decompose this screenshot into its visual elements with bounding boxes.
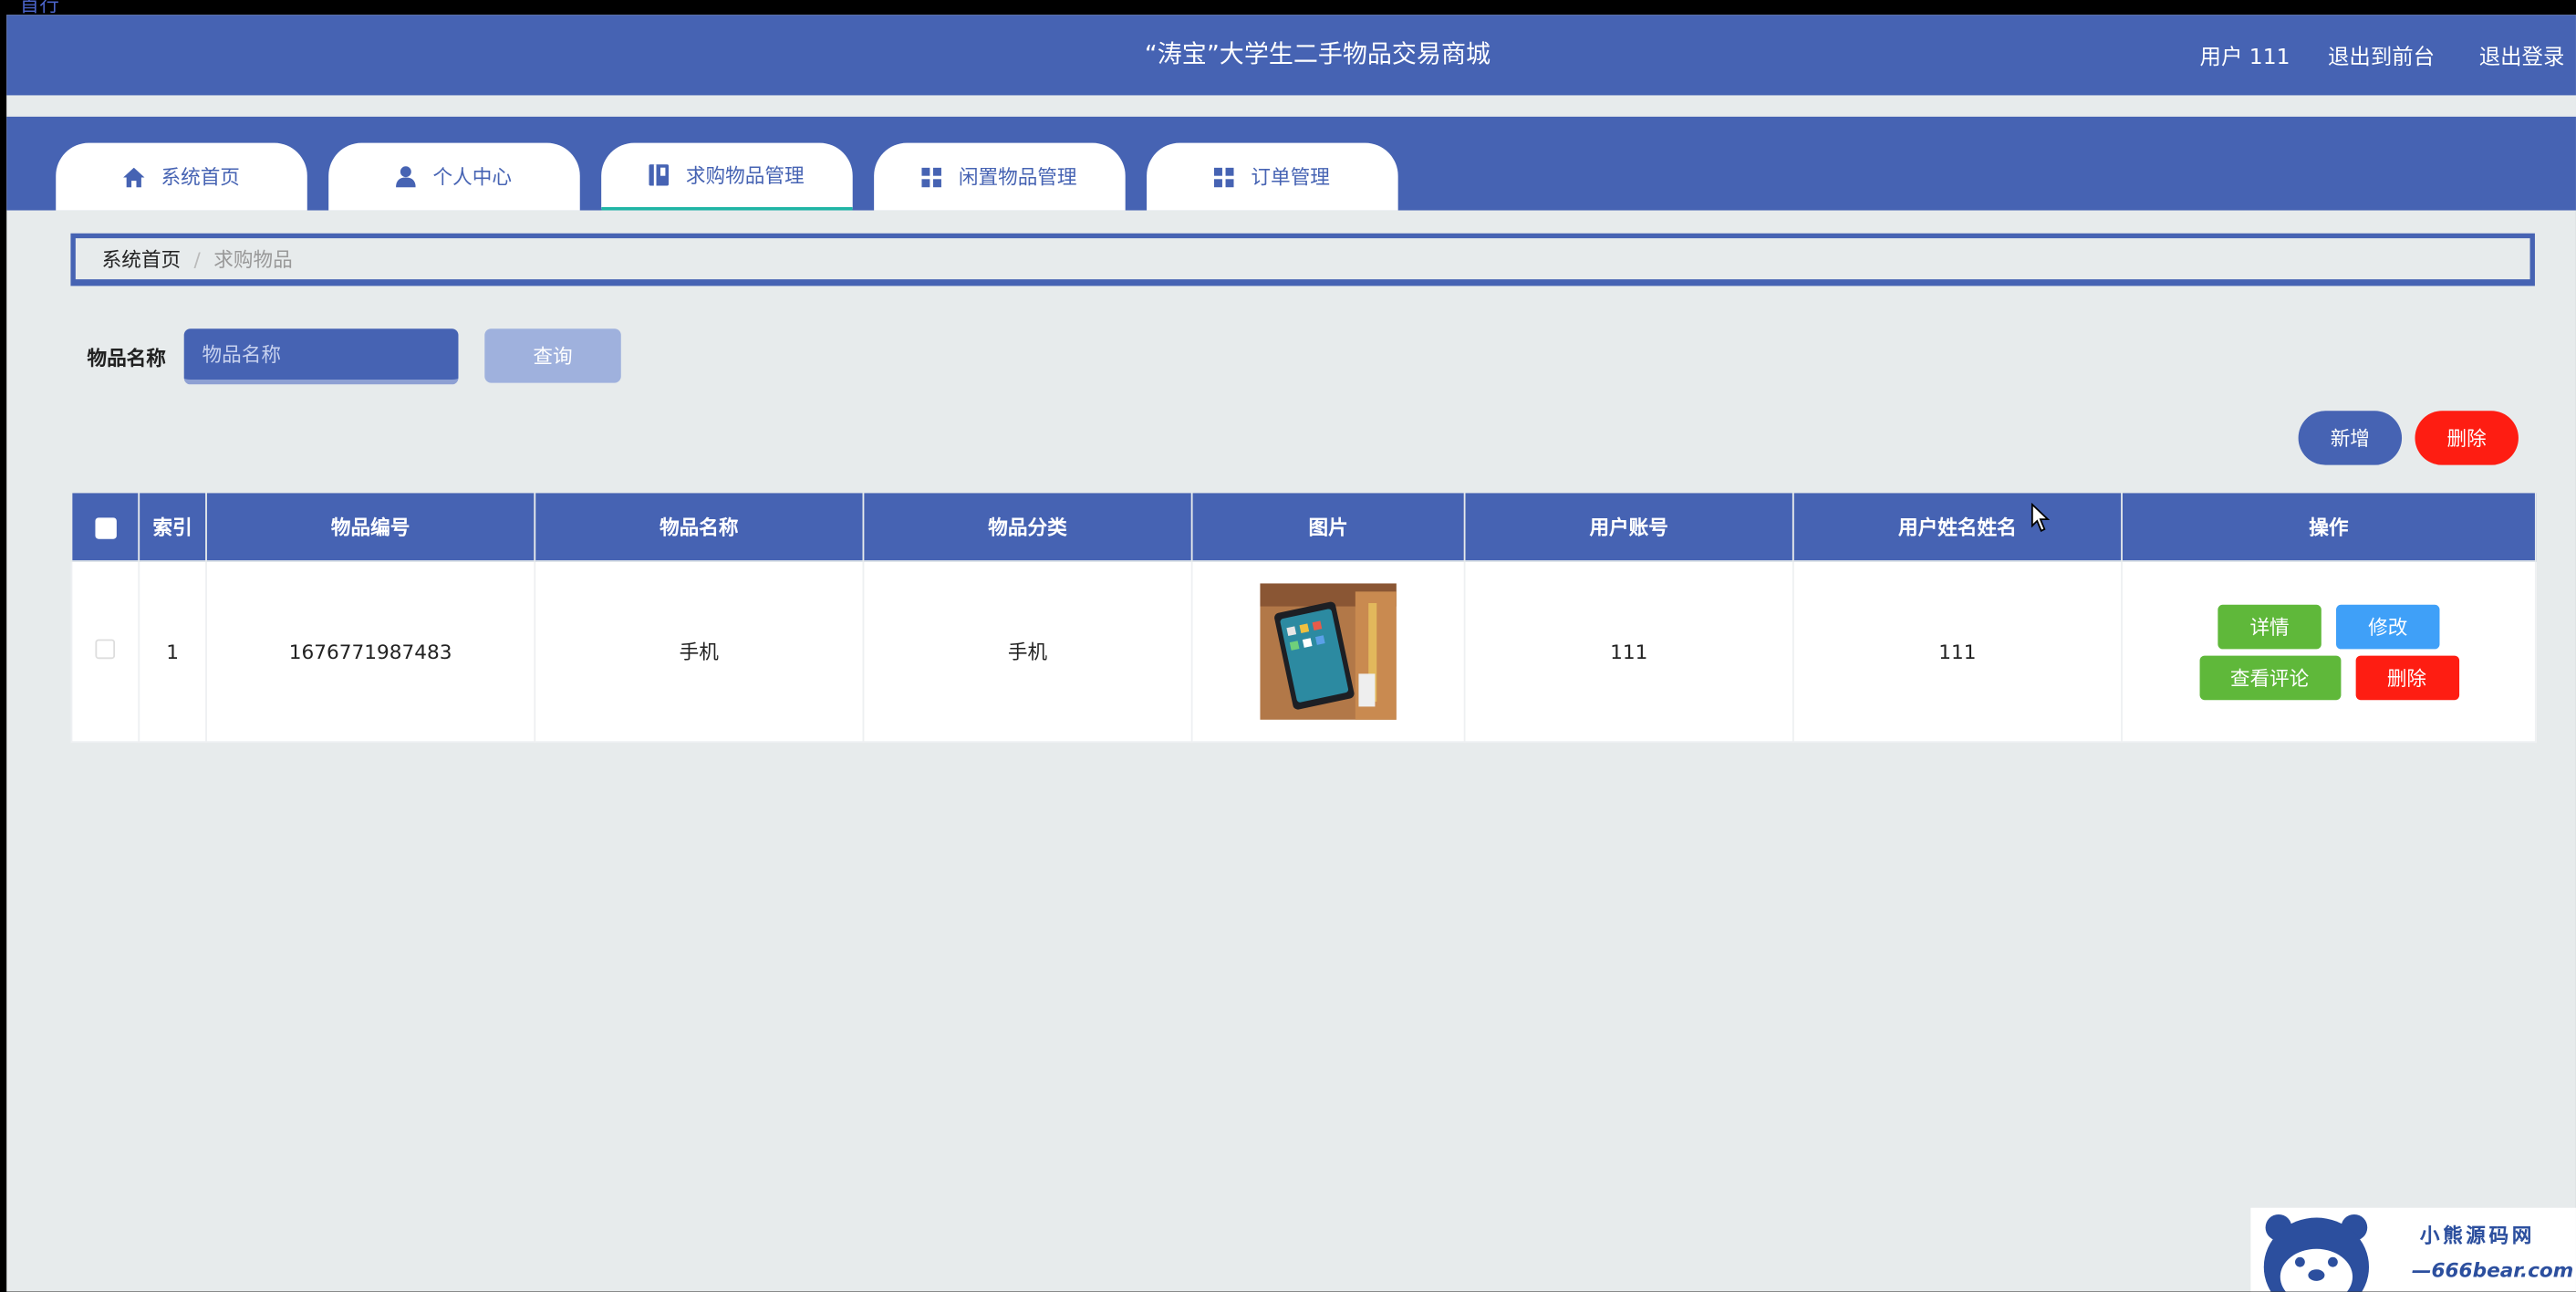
items-table: 索引 物品编号 物品名称 物品分类 图片 用户账号 用户姓名姓名 操作 1 16… [70, 491, 2537, 744]
search-input[interactable] [183, 328, 459, 385]
tab-wanted-items[interactable]: 求购物品管理 [601, 142, 853, 211]
detail-button[interactable]: 详情 [2218, 603, 2322, 649]
watermark: 小熊源码网 —666bear.com— [2250, 1207, 2576, 1292]
watermark-title: 小熊源码网 [2419, 1224, 2535, 1247]
bear-logo-icon [2263, 1214, 2370, 1292]
edit-button[interactable]: 修改 [2336, 603, 2440, 649]
tab-orders[interactable]: 订单管理 [1147, 142, 1398, 211]
book-icon [649, 164, 670, 186]
breadcrumb-separator: / [193, 247, 201, 271]
home-icon [123, 166, 145, 187]
column-header: 图片 [1190, 491, 1466, 562]
column-header: 物品编号 [205, 491, 536, 562]
cell-index: 1 [138, 560, 207, 744]
cell-item-no: 1676771987483 [205, 560, 536, 744]
grid-icon [922, 166, 942, 187]
row-checkbox[interactable] [95, 639, 116, 660]
column-header: 索引 [138, 491, 207, 562]
table-row: 1 1676771987483 手机 手机 111 111 详情 修改 查看评论… [70, 560, 2537, 744]
row-delete-button[interactable]: 删除 [2354, 654, 2459, 700]
view-comments-button[interactable]: 查看评论 [2198, 654, 2341, 700]
site-title: “涛宝”大学生二手物品交易商城 [1144, 39, 1491, 69]
breadcrumb-home[interactable]: 系统首页 [102, 245, 181, 273]
column-header: 物品名称 [534, 491, 865, 562]
column-header: 物品分类 [862, 491, 1193, 562]
tab-label: 订单管理 [1251, 165, 1330, 190]
search-label: 物品名称 [87, 347, 166, 370]
row-select-cell[interactable] [70, 560, 140, 744]
query-button[interactable]: 查询 [484, 328, 621, 383]
header-bar: “涛宝”大学生二手物品交易商城 用户 111 退出到前台 退出登录 [6, 15, 2576, 96]
nav-bar: 系统首页 个人中心 求购物品管理 闲置物品管理 订单管理 [6, 116, 2576, 211]
breadcrumb: 系统首页 / 求购物品 [70, 233, 2535, 287]
tab-label: 闲置物品管理 [958, 165, 1077, 190]
app-container: “涛宝”大学生二手物品交易商城 用户 111 退出到前台 退出登录 系统首页 个… [6, 15, 2576, 1292]
cell-category: 手机 [862, 560, 1193, 744]
column-header: 操作 [2121, 491, 2537, 562]
table-header-row: 索引 物品编号 物品名称 物品分类 图片 用户账号 用户姓名姓名 操作 [70, 491, 2537, 562]
mouse-cursor-icon [2031, 503, 2051, 532]
select-all-checkbox[interactable] [94, 516, 116, 538]
header-gap [6, 95, 2576, 117]
current-user: 用户 111 [2199, 46, 2290, 71]
tab-idle-items[interactable]: 闲置物品管理 [874, 142, 1126, 211]
tab-home[interactable]: 系统首页 [56, 142, 307, 211]
item-thumbnail[interactable] [1260, 583, 1397, 720]
window-top-strip: 首行 [0, 0, 2576, 16]
cell-operations: 详情 修改 查看评论 删除 [2121, 560, 2537, 744]
user-icon [396, 166, 417, 188]
select-all-cell[interactable] [70, 491, 140, 562]
tab-label: 个人中心 [432, 165, 513, 190]
watermark-url: —666bear.com— [2411, 1258, 2574, 1292]
logout-link[interactable]: 退出登录 [2479, 39, 2565, 70]
grid-icon [1214, 166, 1235, 187]
tab-label: 求购物品管理 [685, 164, 805, 188]
cell-image [1190, 560, 1466, 744]
tab-label: 系统首页 [161, 165, 240, 190]
cell-user-name: 111 [1792, 560, 2123, 744]
add-button[interactable]: 新增 [2298, 411, 2403, 465]
back-to-front-link[interactable]: 退出到前台 [2328, 39, 2435, 70]
column-header: 用户账号 [1463, 491, 1794, 562]
breadcrumb-current: 求购物品 [213, 247, 293, 272]
column-header: 用户姓名姓名 [1792, 491, 2123, 562]
cell-account: 111 [1463, 560, 1794, 744]
tab-personal-center[interactable]: 个人中心 [328, 142, 580, 211]
cell-item-name: 手机 [534, 560, 865, 744]
batch-delete-button[interactable]: 删除 [2415, 411, 2519, 465]
